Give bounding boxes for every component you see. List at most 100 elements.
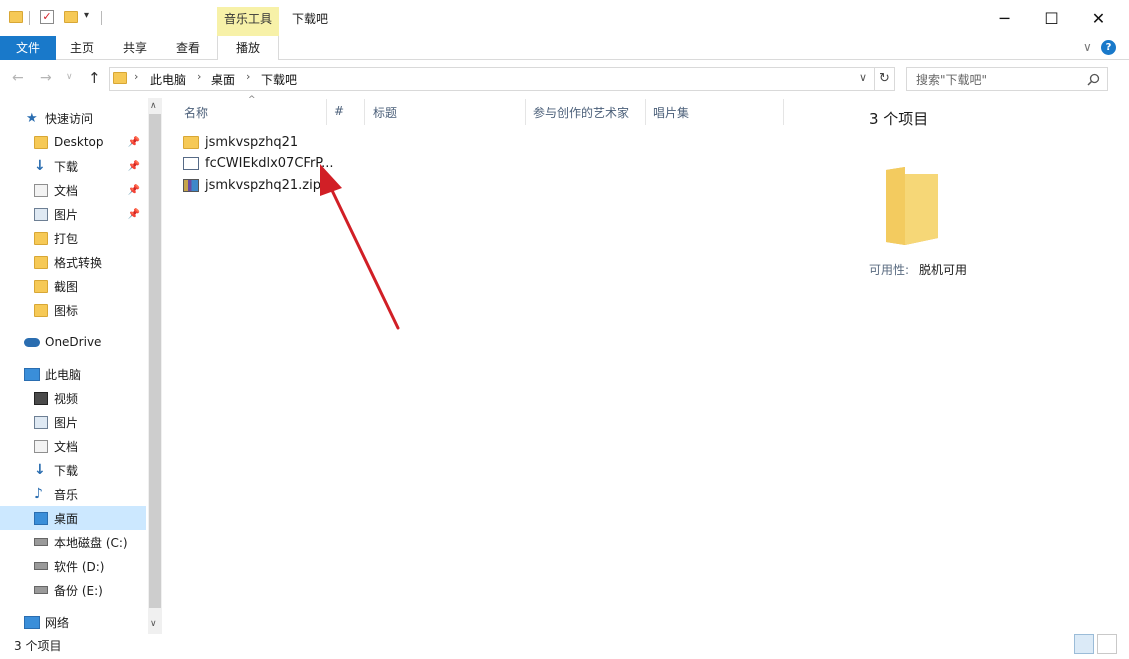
nav-label: 文档 [54, 183, 79, 198]
tab-file[interactable]: 文件 [0, 36, 56, 60]
column-header-title[interactable]: 标题 [373, 104, 397, 122]
scroll-up-icon[interactable]: ∧ [150, 101, 157, 111]
tab-view[interactable]: 查看 [166, 36, 210, 60]
media-file-icon [183, 156, 199, 170]
pin-icon[interactable]: 📌 [128, 137, 140, 148]
nav-label: 软件 (D:) [54, 559, 105, 574]
nav-scrollbar-thumb[interactable] [149, 114, 161, 608]
nav-item-documents[interactable]: 文档 📌 [0, 178, 146, 202]
nav-label: 图片 [54, 207, 79, 222]
breadcrumb-current[interactable]: 下载吧 [261, 71, 297, 88]
column-divider[interactable] [645, 99, 646, 125]
tab-home[interactable]: 主页 [60, 36, 104, 60]
nav-label: 网络 [45, 615, 70, 630]
column-divider[interactable] [326, 99, 327, 125]
nav-item-downloads[interactable]: ↓ 下载 📌 [0, 154, 146, 178]
nav-label: 格式转换 [54, 255, 103, 270]
nav-label: 快速访问 [45, 111, 94, 126]
nav-item-format-convert[interactable]: 格式转换 [0, 250, 146, 274]
availability-value: 脱机可用 [919, 263, 968, 277]
maximize-button[interactable]: ☐ [1028, 0, 1075, 36]
nav-label: 桌面 [54, 511, 79, 526]
nav-label: 本地磁盘 (C:) [54, 535, 128, 550]
nav-item-videos[interactable]: 视频 [0, 386, 146, 410]
search-icon[interactable] [1087, 73, 1100, 86]
expand-ribbon-icon[interactable]: ∨ [1083, 40, 1092, 54]
back-arrow-icon[interactable]: ← [12, 70, 24, 86]
breadcrumb-this-pc[interactable]: 此电脑 [150, 71, 186, 88]
up-arrow-icon[interactable]: ↑ [88, 69, 101, 87]
nav-item-screenshots[interactable]: 截图 [0, 274, 146, 298]
folder-icon [183, 135, 199, 149]
nav-item-drive-d[interactable]: 软件 (D:) [0, 554, 146, 578]
column-header-artists[interactable]: 参与创作的艺术家 [533, 104, 629, 122]
help-icon[interactable]: ? [1101, 40, 1116, 55]
column-divider[interactable] [783, 99, 784, 125]
nav-network[interactable]: 网络 [0, 610, 146, 634]
column-divider[interactable] [364, 99, 365, 125]
chevron-right-icon[interactable]: › [134, 70, 138, 83]
recent-locations-icon[interactable]: ∨ [66, 72, 73, 82]
nav-item-music[interactable]: ♪ 音乐 [0, 482, 146, 506]
picture-icon [34, 415, 48, 429]
close-button[interactable]: ✕ [1075, 0, 1122, 36]
document-icon [34, 183, 48, 197]
folder-icon[interactable] [9, 11, 23, 23]
column-divider[interactable] [525, 99, 526, 125]
availability-label: 可用性: [869, 263, 910, 277]
pin-icon[interactable]: 📌 [128, 161, 140, 172]
qat-separator [29, 11, 30, 25]
nav-quick-access[interactable]: ★ 快速访问 [0, 106, 146, 130]
music-note-icon: ♪ [34, 486, 43, 502]
network-icon [24, 615, 40, 629]
column-header-number[interactable]: # [334, 104, 344, 122]
cloud-icon [24, 337, 40, 347]
window-title: 下载吧 [292, 12, 329, 26]
chevron-right-icon[interactable]: › [246, 70, 250, 83]
nav-item-drive-e[interactable]: 备份 (E:) [0, 578, 146, 602]
large-icons-view-icon[interactable] [1097, 634, 1117, 654]
nav-item-pictures[interactable]: 图片 📌 [0, 202, 146, 226]
nav-label: OneDrive [45, 335, 102, 349]
nav-item-downloads-pc[interactable]: ↓ 下载 [0, 458, 146, 482]
column-header-name[interactable]: 名称 [184, 104, 208, 122]
forward-arrow-icon[interactable]: → [40, 70, 52, 86]
chevron-right-icon[interactable]: › [197, 70, 201, 83]
file-row[interactable]: jsmkvspzhq21.zip [183, 174, 321, 196]
pin-icon[interactable]: 📌 [128, 185, 140, 196]
folder-icon [34, 279, 48, 293]
customize-qat-icon[interactable]: ▾ [84, 10, 89, 21]
scroll-down-icon[interactable]: ∨ [150, 619, 157, 629]
nav-item-desktop[interactable]: Desktop 📌 [0, 130, 146, 154]
search-input[interactable]: 搜索"下载吧" [916, 71, 987, 88]
nav-this-pc[interactable]: 此电脑 [0, 362, 146, 386]
nav-label: 备份 (E:) [54, 583, 103, 598]
pin-icon[interactable]: 📌 [128, 209, 140, 220]
nav-label: 下载 [54, 159, 79, 174]
new-folder-icon[interactable] [64, 11, 78, 23]
desktop-icon [34, 511, 48, 525]
zip-archive-icon [183, 178, 199, 192]
folder-icon [34, 303, 48, 317]
nav-onedrive[interactable]: OneDrive [0, 330, 146, 354]
nav-label: 此电脑 [45, 367, 82, 382]
properties-checkmark-icon[interactable]: ✓ [40, 10, 54, 24]
address-history-dropdown[interactable]: ∨ [859, 71, 867, 84]
details-view-icon[interactable] [1074, 634, 1094, 654]
file-name: jsmkvspzhq21.zip [205, 177, 321, 193]
tab-share[interactable]: 共享 [113, 36, 157, 60]
nav-item-icons[interactable]: 图标 [0, 298, 146, 322]
file-row[interactable]: jsmkvspzhq21 [183, 131, 298, 153]
nav-item-desktop-pc[interactable]: 桌面 [0, 506, 146, 530]
nav-item-pictures-pc[interactable]: 图片 [0, 410, 146, 434]
minimize-button[interactable]: ─ [981, 0, 1028, 36]
column-header-album[interactable]: 唱片集 [653, 104, 689, 122]
download-arrow-icon: ↓ [34, 158, 46, 174]
nav-item-documents-pc[interactable]: 文档 [0, 434, 146, 458]
nav-item-pack[interactable]: 打包 [0, 226, 146, 250]
refresh-button[interactable]: ↻ [874, 67, 895, 91]
computer-icon [24, 367, 40, 381]
breadcrumb-desktop[interactable]: 桌面 [211, 71, 235, 88]
nav-item-drive-c[interactable]: 本地磁盘 (C:) [0, 530, 146, 554]
tab-play[interactable]: 播放 [217, 36, 279, 60]
